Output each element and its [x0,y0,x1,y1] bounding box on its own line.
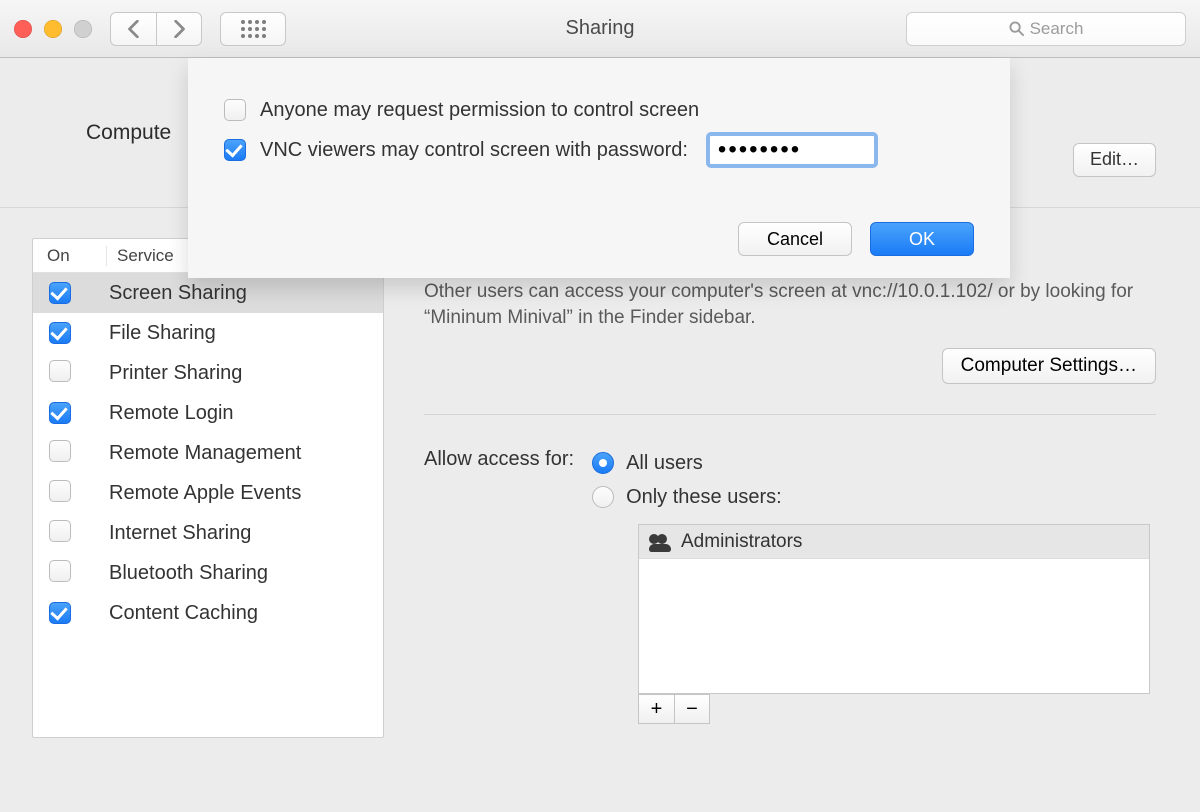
service-label: Screen Sharing [109,282,247,305]
vnc-password-input[interactable] [718,136,866,164]
checkbox-icon [49,480,71,502]
window-controls [14,20,92,38]
nav-back-forward [110,12,202,46]
back-button[interactable] [110,12,156,46]
forward-button[interactable] [156,12,202,46]
titlebar: Sharing Search [0,0,1200,58]
remove-user-button[interactable]: − [674,694,710,724]
service-row[interactable]: Screen Sharing [33,273,383,313]
checkbox-icon [49,402,71,424]
service-row[interactable]: Bluetooth Sharing [33,553,383,593]
edit-computer-name-button[interactable]: Edit… [1073,143,1156,177]
checkbox-icon [49,322,71,344]
service-row[interactable]: Remote Management [33,433,383,473]
checkbox-icon [49,560,71,582]
radio-all-users-label: All users [626,452,703,475]
radio-all-users[interactable]: All users [592,446,782,480]
service-label: Remote Apple Events [109,482,301,505]
service-row[interactable]: Content Caching [33,593,383,633]
checkbox-icon [49,282,71,304]
service-row[interactable]: Internet Sharing [33,513,383,553]
radio-icon [592,452,614,474]
user-add-remove: + − [638,694,710,724]
checkbox-icon [49,440,71,462]
body: On Service Screen Sharing File Sharing Pri… [0,208,1200,812]
checkbox-icon [224,99,246,121]
service-label: File Sharing [109,322,216,345]
service-label: Printer Sharing [109,362,242,385]
computer-settings-sheet: Anyone may request permission to control… [188,58,1010,278]
service-label: Remote Management [109,442,301,465]
anyone-permission-label: Anyone may request permission to control… [260,99,699,122]
col-on: On [33,246,107,266]
search-icon [1009,21,1024,36]
allow-access-radios: All users Only these users: [592,446,782,514]
zoom-window-icon[interactable] [74,20,92,38]
divider [424,414,1156,415]
service-label: Bluetooth Sharing [109,562,268,585]
checkbox-icon [224,139,246,161]
show-all-prefs-button[interactable] [220,12,286,46]
service-label: Remote Login [109,402,234,425]
checkbox-icon [49,602,71,624]
service-label: Internet Sharing [109,522,251,545]
services-list: Screen Sharing File Sharing Printer Sharin… [33,273,383,737]
ok-button[interactable]: OK [870,222,974,256]
sheet-buttons: Cancel OK [738,222,974,256]
service-row[interactable]: Remote Apple Events [33,473,383,513]
checkbox-icon [49,360,71,382]
col-service: Service [107,246,174,266]
grid-icon [241,20,266,38]
search-placeholder: Search [1030,19,1084,39]
user-row[interactable]: Administrators [639,525,1149,559]
radio-icon [592,486,614,508]
close-window-icon[interactable] [14,20,32,38]
allow-access-row: Allow access for: All users Only these u… [424,446,782,514]
service-row[interactable]: Remote Login [33,393,383,433]
search-field[interactable]: Search [906,12,1186,46]
vnc-password-row[interactable]: VNC viewers may control screen with pass… [224,130,974,170]
radio-only-users-label: Only these users: [626,486,782,509]
users-icon [649,534,671,550]
service-row[interactable]: Printer Sharing [33,353,383,393]
service-label: Content Caching [109,602,258,625]
radio-only-users[interactable]: Only these users: [592,480,782,514]
add-user-button[interactable]: + [638,694,674,724]
status-description: Other users can access your computer's s… [424,279,1144,330]
service-detail: Screen Sharing: On Other users can acces… [424,238,1168,782]
checkbox-icon [49,520,71,542]
minimize-window-icon[interactable] [44,20,62,38]
computer-name-label: Compute [86,121,171,145]
services-table: On Service Screen Sharing File Sharing Pri… [32,238,384,738]
user-name: Administrators [681,531,802,553]
users-list[interactable]: Administrators [638,524,1150,694]
cancel-button[interactable]: Cancel [738,222,852,256]
allow-access-label: Allow access for: [424,446,574,514]
vnc-password-label: VNC viewers may control screen with pass… [260,139,688,162]
computer-settings-button[interactable]: Computer Settings… [942,348,1156,384]
anyone-permission-row[interactable]: Anyone may request permission to control… [224,90,974,130]
service-row[interactable]: File Sharing [33,313,383,353]
vnc-password-field-wrap [706,132,878,168]
